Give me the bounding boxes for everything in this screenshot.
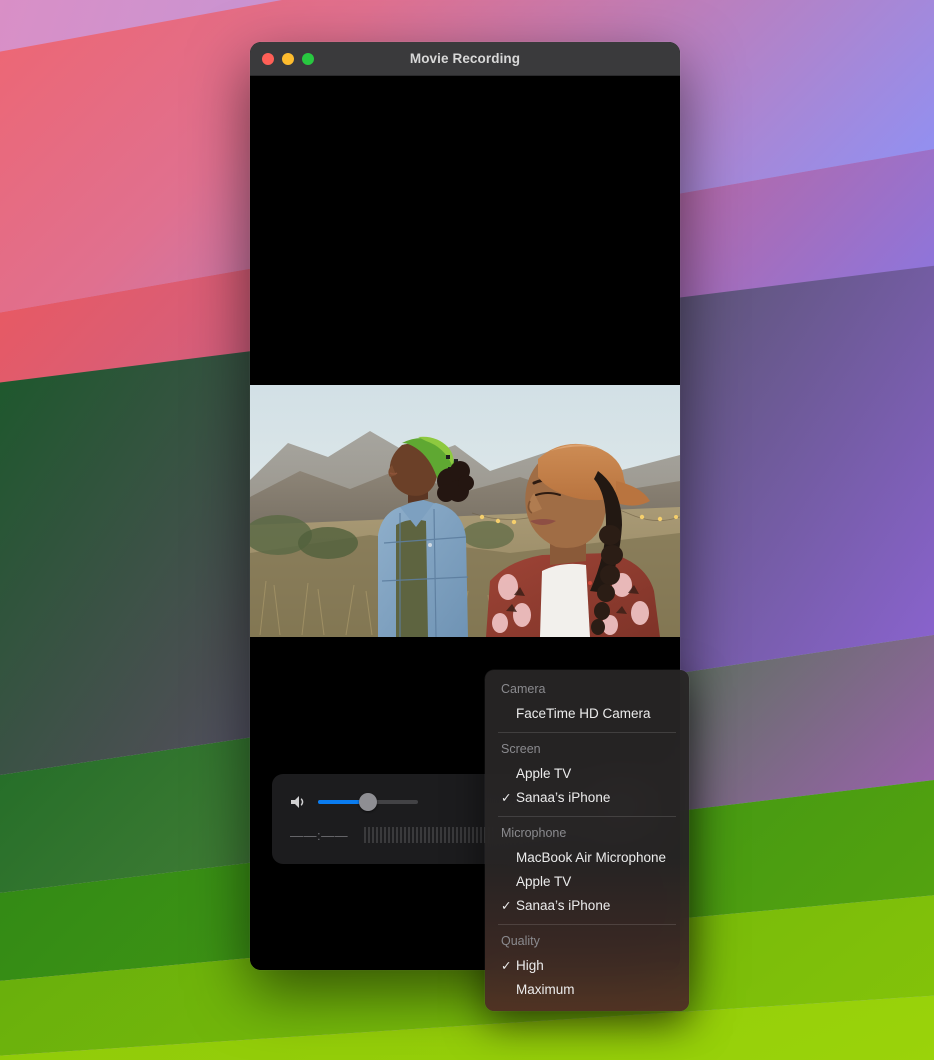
volume-slider[interactable] (318, 792, 418, 812)
audio-meter-bar (420, 827, 423, 843)
audio-meter-bar (444, 827, 447, 843)
traffic-lights (262, 52, 314, 65)
audio-meter-bar (456, 827, 459, 843)
checkmark-icon: ✓ (501, 790, 512, 805)
menu-item[interactable]: ✓ Sanaa’s iPhone (485, 893, 689, 917)
video-still-frame (250, 385, 680, 637)
audio-meter-bar (404, 827, 407, 843)
menu-item[interactable]: ✓ Sanaa’s iPhone (485, 785, 689, 809)
menu-item-label: Sanaa’s iPhone (516, 897, 611, 913)
menu-item[interactable]: ✓Apple TV (485, 869, 689, 893)
audio-meter-bar (384, 827, 387, 843)
menu-item-label: MacBook Air Microphone (516, 849, 667, 865)
audio-meter-bar (416, 827, 419, 843)
close-button[interactable] (262, 52, 274, 65)
audio-meter-bar (392, 827, 395, 843)
volume-knob[interactable] (359, 793, 377, 811)
audio-meter-bar (432, 827, 435, 843)
audio-meter-bar (448, 827, 451, 843)
minimize-button[interactable] (282, 52, 294, 65)
menu-item[interactable]: ✓ High (485, 953, 689, 977)
source-options-menu[interactable]: Camera✓FaceTime HD CameraScreen✓Apple TV… (485, 670, 689, 1011)
speaker-volume-icon[interactable] (290, 794, 308, 810)
audio-meter-bar (364, 827, 367, 843)
audio-meter-bar (424, 827, 427, 843)
menu-item-label: FaceTime HD Camera (516, 705, 651, 721)
audio-meter-bar (400, 827, 403, 843)
menu-section-label-camera: Camera (501, 682, 546, 696)
menu-item[interactable]: ✓FaceTime HD Camera (485, 701, 689, 725)
timecode-display: ——:—— (290, 827, 349, 843)
menu-item-label: Sanaa’s iPhone (516, 789, 611, 805)
menu-item[interactable]: ✓MacBook Air Microphone (485, 845, 689, 869)
menu-item[interactable]: ✓Maximum (485, 977, 689, 1001)
volume-control (290, 788, 418, 816)
audio-meter-bar (440, 827, 443, 843)
menu-divider (498, 732, 676, 733)
audio-meter-bar (428, 827, 431, 843)
audio-meter-bar (380, 827, 383, 843)
audio-meter-bar (468, 827, 471, 843)
audio-meter-bar (372, 827, 375, 843)
audio-meter-bar (480, 827, 483, 843)
menu-item-label: Apple TV (516, 873, 572, 889)
menu-divider (498, 816, 676, 817)
audio-meter-bar (412, 827, 415, 843)
audio-meter-bar (396, 827, 399, 843)
audio-meter-bar (472, 827, 475, 843)
menu-item-label: High (516, 957, 544, 973)
audio-meter-bar (460, 827, 463, 843)
desktop-wallpaper: Movie Recording ——:—— Camera FaceTime HD… (0, 0, 934, 1060)
menu-divider (498, 924, 676, 925)
menu-item[interactable]: ✓Apple TV (485, 761, 689, 785)
menu-item-label: Apple TV (516, 765, 572, 781)
checkmark-icon: ✓ (501, 898, 512, 913)
audio-meter-bar (452, 827, 455, 843)
zoom-button[interactable] (302, 52, 314, 65)
audio-meter-bar (476, 827, 479, 843)
audio-meter-bar (436, 827, 439, 843)
menu-section-label-screen: Screen (501, 742, 541, 756)
audio-meter-bar (368, 827, 371, 843)
checkmark-icon: ✓ (501, 958, 512, 973)
window-titlebar[interactable]: Movie Recording (250, 42, 680, 76)
menu-section-label-quality: Quality (501, 934, 540, 948)
audio-meter-bar (388, 827, 391, 843)
menu-item-label: Maximum (516, 981, 575, 997)
menu-section-label-microphone: Microphone (501, 826, 567, 840)
video-still-graphic (250, 385, 680, 637)
window-title: Movie Recording (409, 51, 521, 66)
audio-meter-bar (408, 827, 411, 843)
audio-meter-bar (464, 827, 467, 843)
audio-meter-bar (376, 827, 379, 843)
